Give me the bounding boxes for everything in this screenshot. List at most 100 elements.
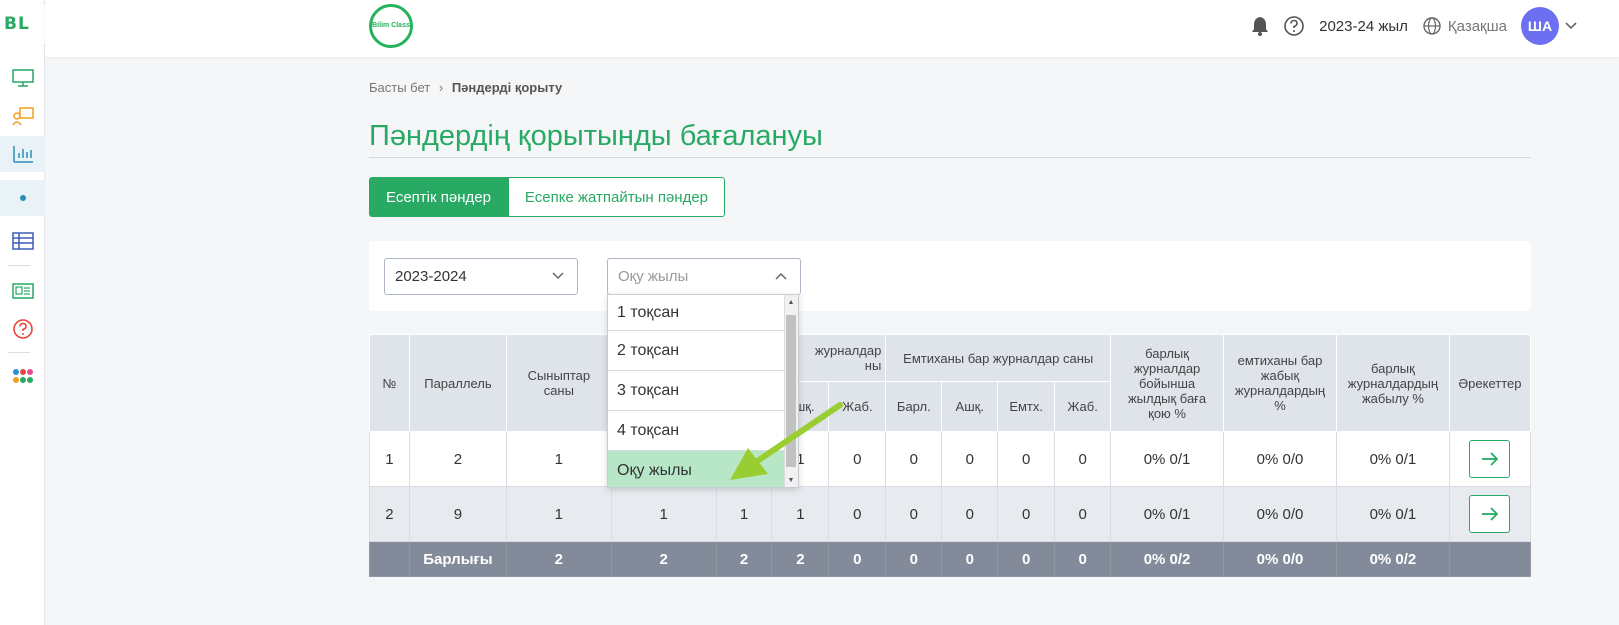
year-select[interactable]: 2023-2024 bbox=[384, 258, 578, 295]
monitor-icon bbox=[11, 69, 34, 87]
header-class-count: Сыныптар саны bbox=[505, 334, 612, 432]
sidebar-logo[interactable]: BL bbox=[4, 14, 30, 34]
tab-uncounted-subjects[interactable]: Есепке жатпайтын пәндер bbox=[507, 177, 726, 217]
header-actions: Әрекеттер bbox=[1448, 334, 1532, 432]
total-c7: 0 bbox=[828, 541, 887, 577]
sidebar-item-help[interactable] bbox=[0, 311, 45, 347]
total-c4: 2 bbox=[610, 541, 717, 577]
sidebar-item-news[interactable] bbox=[0, 273, 45, 309]
header-exam-closed-pct: емтиханы бар жабық журналдардың % bbox=[1223, 334, 1337, 432]
cell-p3: 0% 0/1 bbox=[1335, 431, 1450, 487]
cell-classes: 1 bbox=[505, 486, 612, 542]
chevron-down-icon[interactable] bbox=[1565, 22, 1577, 30]
top-header: Bilim Class 2023-24 жыл Қазақша ША bbox=[45, 0, 1619, 57]
total-c10: 0 bbox=[997, 541, 1056, 577]
scroll-down-icon[interactable]: ▼ bbox=[786, 476, 796, 486]
language-label: Қазақша bbox=[1447, 17, 1507, 35]
brand-logo[interactable]: Bilim Class bbox=[369, 4, 413, 48]
total-c11: 0 bbox=[1054, 541, 1112, 577]
arrow-right-icon bbox=[1481, 452, 1499, 466]
cell-c11: 0 bbox=[1054, 431, 1112, 487]
total-c9: 0 bbox=[941, 541, 999, 577]
subheader-closed: Жаб. bbox=[828, 381, 887, 432]
results-table: № Параллель Сыныптар саны журналдар ны Е… bbox=[369, 334, 1532, 577]
cell-c8: 0 bbox=[885, 486, 943, 542]
header-number: № bbox=[369, 334, 410, 432]
question-icon[interactable] bbox=[1283, 15, 1305, 37]
cell-parallel: 2 bbox=[408, 431, 507, 487]
language-selector[interactable]: Қазақша bbox=[1422, 16, 1507, 36]
breadcrumb-separator: › bbox=[438, 80, 444, 95]
sidebar-item-table[interactable] bbox=[0, 223, 45, 259]
sidebar-item-subreport[interactable] bbox=[0, 180, 45, 216]
cell-c8: 0 bbox=[885, 431, 943, 487]
sidebar-item-monitor[interactable] bbox=[0, 60, 45, 96]
avatar[interactable]: ША bbox=[1521, 7, 1559, 45]
cell-c11: 0 bbox=[1054, 486, 1112, 542]
header-actions: 2023-24 жыл Қазақша ША bbox=[1251, 7, 1577, 45]
dropdown-option[interactable]: 2 тоқсан bbox=[608, 331, 784, 371]
arrow-right-icon bbox=[1481, 507, 1499, 521]
cell-no: 2 bbox=[369, 486, 410, 542]
sidebar-divider bbox=[8, 265, 30, 266]
cell-c7: 0 bbox=[828, 486, 887, 542]
cell-no: 1 bbox=[369, 431, 410, 487]
dropdown-option[interactable]: 4 тоқсан bbox=[608, 411, 784, 451]
teacher-icon bbox=[11, 107, 34, 126]
dot-icon bbox=[19, 195, 26, 201]
header-all-closed-pct: барлық журналдардың жабылу % bbox=[1335, 334, 1450, 432]
subheader-closed2: Жаб. bbox=[1054, 381, 1112, 432]
dropdown-option[interactable]: 1 тоқсан bbox=[608, 295, 784, 331]
total-label: Барлығы bbox=[408, 541, 507, 577]
cell-actions bbox=[1448, 431, 1532, 487]
cell-c4: 1 bbox=[610, 486, 717, 542]
table-row: 2 9 1 1 1 1 0 0 0 0 0 0% 0/1 0% 0/0 0% 0… bbox=[369, 486, 1532, 542]
dropdown-scrollbar[interactable]: ▲ ▼ bbox=[784, 295, 798, 487]
cell-c7: 0 bbox=[828, 431, 887, 487]
year-select-value: 2023-2024 bbox=[395, 268, 467, 285]
sidebar-item-apps[interactable] bbox=[0, 360, 45, 396]
total-c8: 0 bbox=[885, 541, 943, 577]
brand-text: Bilim Class bbox=[372, 22, 410, 29]
cell-c6: 1 bbox=[771, 486, 830, 542]
cell-c9: 0 bbox=[941, 486, 999, 542]
table-row: 1 2 1 1 1 1 0 0 0 0 0 0% 0/1 0% 0/0 0% 0… bbox=[369, 431, 1532, 487]
total-c5: 2 bbox=[715, 541, 773, 577]
breadcrumb-current: Пәндерді қорыту bbox=[451, 80, 563, 95]
help-icon bbox=[12, 319, 33, 339]
chevron-down-icon bbox=[552, 272, 564, 280]
subheader-total: Барл. bbox=[885, 381, 943, 432]
bell-icon[interactable] bbox=[1251, 16, 1269, 36]
cell-p3: 0% 0/1 bbox=[1335, 486, 1450, 542]
period-select-placeholder: Оқу жылы bbox=[618, 268, 689, 285]
apps-icon bbox=[12, 369, 33, 383]
newspaper-icon bbox=[11, 283, 34, 299]
header-exam-journals: Емтиханы бар журналдар саны bbox=[885, 334, 1112, 382]
dropdown-option[interactable]: 3 тоқсан bbox=[608, 371, 784, 411]
scrollbar-thumb[interactable] bbox=[786, 315, 796, 467]
sidebar: BL › bbox=[0, 0, 68, 625]
dropdown-option-selected[interactable]: Оқу жылы bbox=[608, 451, 784, 487]
total-p3: 0% 0/2 bbox=[1335, 541, 1450, 577]
cell-p2: 0% 0/0 bbox=[1223, 486, 1337, 542]
open-row-button[interactable] bbox=[1469, 440, 1511, 478]
open-row-button[interactable] bbox=[1469, 495, 1511, 533]
header-all-graded-pct: барлық журналдар бойынша жылдық баға қою… bbox=[1110, 334, 1224, 432]
cell-p1: 0% 0/1 bbox=[1110, 486, 1224, 542]
cell-c10: 0 bbox=[997, 486, 1056, 542]
subheader-open: Ашқ. bbox=[941, 381, 999, 432]
period-select[interactable]: Оқу жылы bbox=[607, 258, 801, 295]
sidebar-item-teacher[interactable] bbox=[0, 98, 45, 134]
academic-year-label[interactable]: 2023-24 жыл bbox=[1319, 18, 1408, 35]
breadcrumb-home[interactable]: Басты бет bbox=[369, 80, 430, 95]
tab-counted-subjects[interactable]: Есептік пәндер bbox=[369, 177, 508, 217]
sidebar-item-reports[interactable] bbox=[0, 136, 45, 172]
table-icon bbox=[11, 232, 34, 250]
cell-p1: 0% 0/1 bbox=[1110, 431, 1224, 487]
table-total-row: Барлығы 2 2 2 2 0 0 0 0 0 0% 0/2 0% 0/0 … bbox=[369, 541, 1532, 577]
scroll-up-icon[interactable]: ▲ bbox=[786, 298, 796, 308]
total-classes: 2 bbox=[505, 541, 612, 577]
cell-c9: 0 bbox=[941, 431, 999, 487]
total-c6: 2 bbox=[771, 541, 830, 577]
breadcrumb: Басты бет › Пәндерді қорыту bbox=[369, 80, 562, 95]
